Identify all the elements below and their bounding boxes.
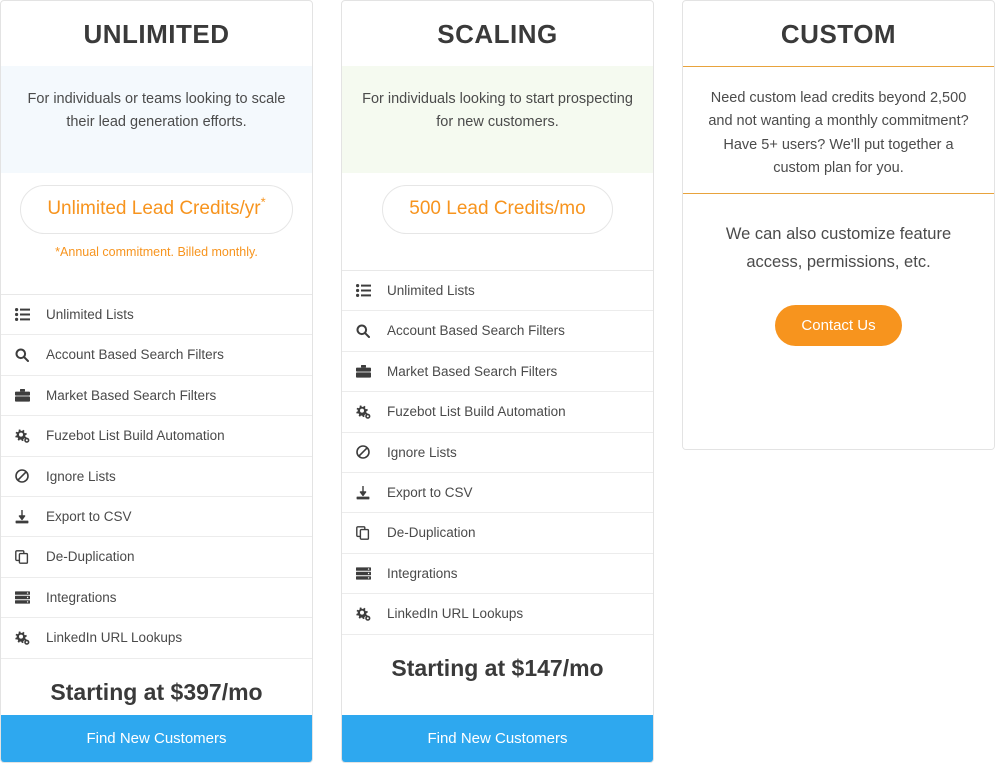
copy-icon [15,549,37,565]
list-item: LinkedIn URL Lookups [342,594,653,635]
credits-block: 500 Lead Credits/mo [342,173,653,270]
credits-block: Unlimited Lead Credits/yr* *Annual commi… [1,173,312,294]
lead-credits-pill: Unlimited Lead Credits/yr* [20,185,293,234]
list-item: Fuzebot List Build Automation [1,416,312,457]
plan-title: SCALING [437,18,558,49]
feature-label: De-Duplication [46,549,135,565]
feature-list: Unlimited Lists Account Based Search Fil… [342,270,653,635]
list-item: Market Based Search Filters [342,352,653,393]
feature-label: Unlimited Lists [46,306,134,322]
ban-icon [356,444,378,460]
list-item: Ignore Lists [342,433,653,473]
feature-label: LinkedIn URL Lookups [387,606,524,622]
custom-note: We can also customize feature access, pe… [725,225,952,272]
server-icon [356,565,378,581]
list-item: De-Duplication [342,513,653,554]
feature-label: Export to CSV [387,484,473,500]
feature-label: Integrations [387,565,458,581]
list-item: Export to CSV [1,497,312,538]
server-icon [15,589,37,605]
plan-header-custom: CUSTOM [683,1,994,66]
price-block: Starting at $397/mo [1,658,312,715]
feature-label: Integrations [46,589,117,605]
plan-price: Starting at $397/mo [50,678,263,705]
list-icon [15,307,37,323]
plan-card-custom: CUSTOM Need custom lead credits beyond 2… [682,0,995,450]
briefcase-icon [15,387,37,403]
contact-us-button[interactable]: Contact Us [775,304,902,346]
feature-label: Account Based Search Filters [46,347,224,363]
list-item: Unlimited Lists [342,271,653,312]
feature-label: Fuzebot List Build Automation [46,428,225,444]
feature-label: Ignore Lists [46,468,116,484]
list-item: De-Duplication [1,537,312,578]
briefcase-icon [356,363,378,379]
plan-header-unlimited: UNLIMITED [1,1,312,66]
feature-label: Fuzebot List Build Automation [387,404,566,420]
list-item: Market Based Search Filters [1,376,312,417]
list-item: Ignore Lists [1,457,312,497]
feature-label: Market Based Search Filters [46,387,217,403]
find-new-customers-button[interactable]: Find New Customers [342,715,653,762]
download-icon [356,485,378,501]
cogs-icon [356,404,378,420]
list-item: Account Based Search Filters [342,311,653,352]
cogs-icon [15,630,37,646]
feature-label: Export to CSV [46,508,132,524]
list-item: LinkedIn URL Lookups [1,618,312,659]
plan-card-scaling: SCALING For individuals looking to start… [341,0,654,763]
lead-credits-label: Unlimited Lead Credits/yr [47,198,261,219]
list-icon [356,283,378,299]
plan-header-scaling: SCALING [342,1,653,66]
list-item: Fuzebot List Build Automation [342,392,653,433]
pricing-table: UNLIMITED For individuals or teams looki… [0,0,999,763]
list-item: Integrations [342,554,653,595]
find-new-customers-button[interactable]: Find New Customers [1,715,312,762]
feature-label: LinkedIn URL Lookups [46,630,183,646]
search-icon [356,323,378,339]
asterisk-marker: * [260,194,266,210]
cogs-icon [15,428,37,444]
custom-plan-body: We can also customize feature access, pe… [683,194,994,449]
list-item: Export to CSV [342,473,653,514]
plan-card-unlimited: UNLIMITED For individuals or teams looki… [0,0,313,763]
copy-icon [356,525,378,541]
plan-description: For individuals or teams looking to scal… [1,66,312,173]
credits-footnote: *Annual commitment. Billed monthly. [55,244,258,259]
feature-label: Market Based Search Filters [387,363,558,379]
lead-credits-pill: 500 Lead Credits/mo [382,185,613,234]
feature-list: Unlimited Lists Account Based Search Fil… [1,294,312,659]
download-icon [15,509,37,525]
plan-description: For individuals looking to start prospec… [342,66,653,173]
cogs-icon [356,606,378,622]
list-item: Unlimited Lists [1,295,312,336]
feature-label: De-Duplication [387,525,476,541]
lead-credits-label: 500 Lead Credits/mo [409,198,586,219]
plan-price: Starting at $147/mo [391,654,604,681]
price-block: Starting at $147/mo [342,634,653,715]
ban-icon [15,468,37,484]
search-icon [15,347,37,363]
list-item: Integrations [1,578,312,619]
plan-title: CUSTOM [780,18,897,49]
plan-title: UNLIMITED [83,18,230,49]
feature-label: Unlimited Lists [387,282,475,298]
plan-description: Need custom lead credits beyond 2,500 an… [683,66,994,194]
list-item: Account Based Search Filters [1,335,312,376]
feature-label: Ignore Lists [387,444,457,460]
feature-label: Account Based Search Filters [387,323,565,339]
